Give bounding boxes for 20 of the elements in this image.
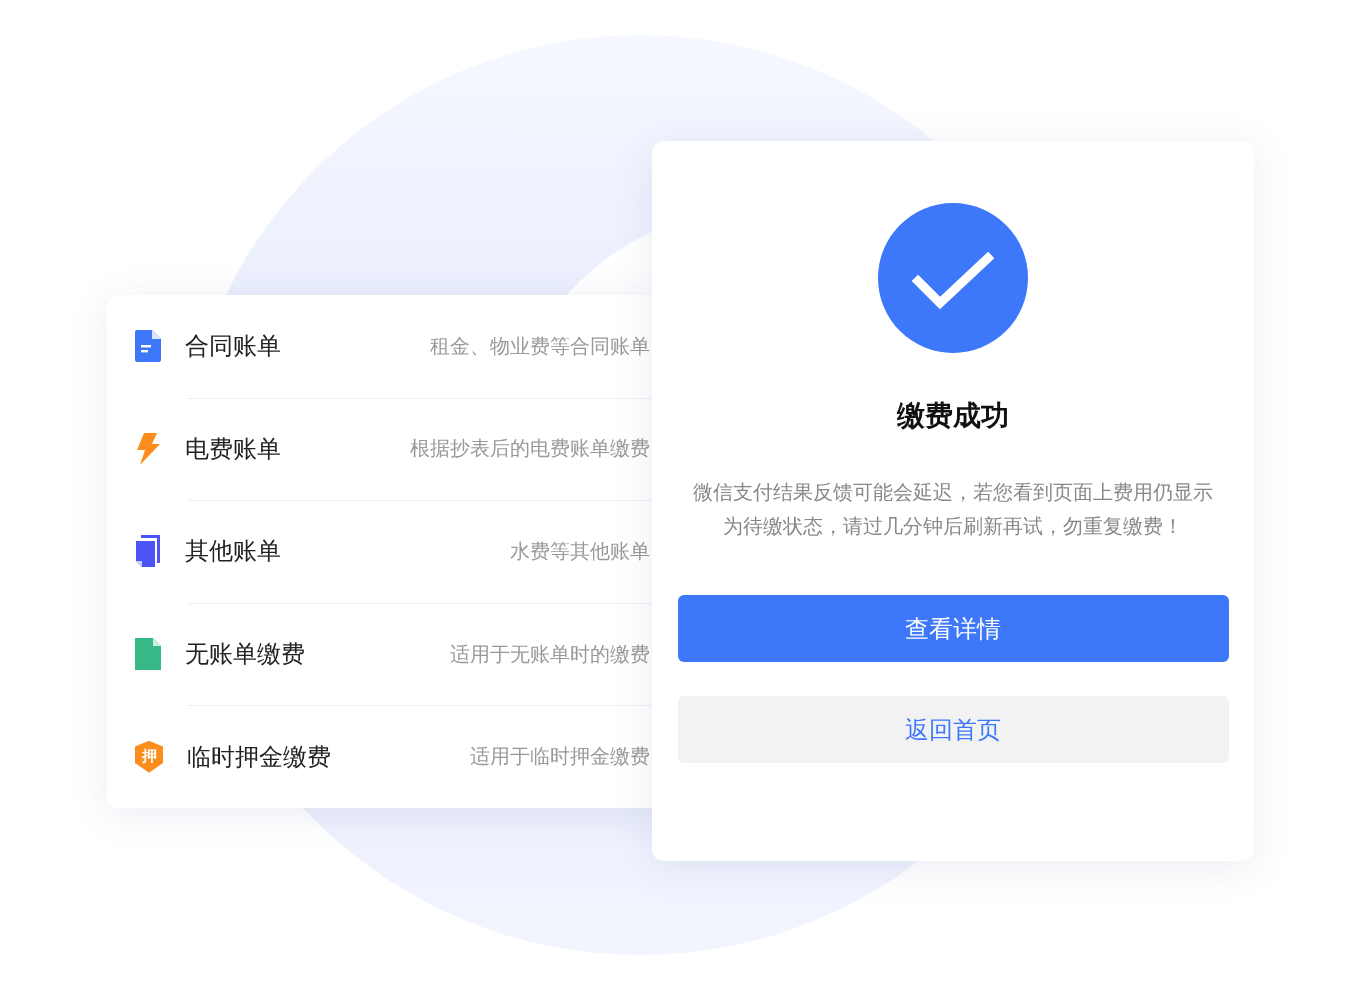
bill-type-title[interactable]: 合同账单: [185, 330, 281, 363]
bill-type-title[interactable]: 临时押金缴费: [187, 740, 331, 773]
bill-type-description: 租金、物业费等合同账单: [430, 332, 650, 360]
bill-type-title[interactable]: 电费账单: [185, 432, 281, 465]
view-details-button[interactable]: 查看详情: [677, 595, 1229, 662]
result-message: 微信支付结果反馈可能会延迟，若您看到页面上费用仍显示为待缴状态，请过几分钟后刷新再试，勿重复缴费！: [692, 479, 1214, 540]
result-title: 缴费成功: [897, 398, 1009, 434]
bill-type-title[interactable]: 无账单缴费: [185, 638, 305, 671]
bill-type-title[interactable]: 其他账单: [185, 535, 281, 568]
copies-icon: [135, 535, 161, 568]
bill-type-description: 水费等其他账单: [510, 538, 650, 565]
bill-type-description: 适用于无账单时的缴费: [450, 640, 650, 668]
file-icon: [135, 638, 161, 671]
success-check-icon: [878, 203, 1028, 353]
bill-type-description: 根据抄表后的电费账单缴费: [410, 435, 650, 463]
bill-type-description: 适用于临时押金缴费: [470, 743, 650, 771]
back-home-button[interactable]: 返回首页: [677, 696, 1229, 763]
document-icon: [135, 330, 161, 363]
lightning-icon: [135, 432, 161, 465]
shield-badge-icon: 押: [135, 740, 163, 773]
